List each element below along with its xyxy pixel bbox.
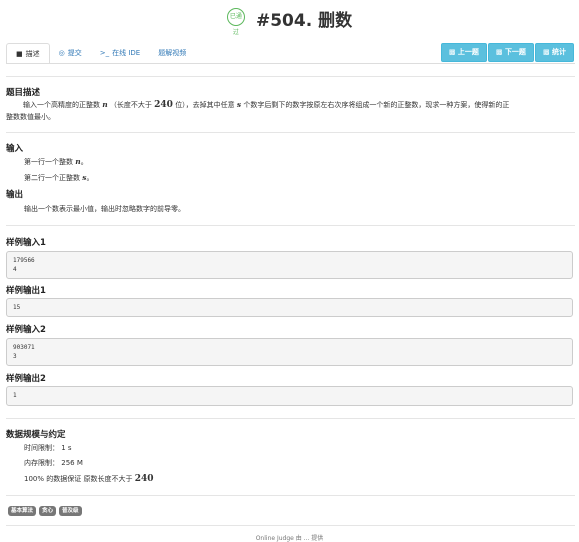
output-text: 输出一个数表示最小值，输出时忽略数字的前导零。 — [24, 205, 185, 213]
tab-online-ide-label: 在线 IDE — [112, 49, 141, 57]
sample-input-2-heading: 样例输入2 — [6, 325, 46, 335]
tag-level[interactable]: 普及级 — [59, 506, 82, 516]
title-row: 已通过 #504. 删数 — [0, 6, 579, 36]
memory-limit: 内存限制： 256 M — [24, 459, 83, 467]
next-problem-button[interactable]: ▩ 下一题 — [487, 43, 534, 62]
tab-solution-video-label: 题解视频 — [158, 49, 187, 57]
sample-output-2-box[interactable]: 1 — [6, 386, 573, 406]
divider — [6, 225, 575, 226]
page-title: #504. 删数 — [255, 11, 353, 31]
sample-output-1-heading: 样例输出1 — [6, 286, 46, 296]
divider — [6, 525, 575, 526]
book-icon: ■ — [16, 49, 23, 58]
divider — [6, 418, 575, 419]
problem-page: 已通过 #504. 删数 ■ 描述 ◎ 提交 >_ 在线 IDE 题解视频 ▩ … — [0, 0, 579, 542]
divider — [6, 132, 575, 133]
bar-chart-icon: ▩ — [448, 48, 456, 56]
sample-output-2-heading: 样例输出2 — [6, 374, 46, 384]
tab-description[interactable]: ■ 描述 — [6, 43, 50, 64]
submit-icon: ◎ — [58, 49, 65, 57]
tab-divider — [6, 63, 575, 64]
description-text: 输入一个高精度的正整数 n （长度不大于 240 位），去掉其中任意 s 个数字… — [6, 100, 510, 121]
tag-basic-algorithm[interactable]: 基本算法 — [8, 506, 37, 516]
bar-chart-icon: ▩ — [542, 48, 550, 56]
tab-submit-label: 提交 — [67, 49, 82, 57]
prev-problem-button[interactable]: ▩ 上一题 — [440, 43, 487, 62]
terminal-icon: >_ — [99, 49, 110, 57]
sample-output-1-box[interactable]: 15 — [6, 298, 573, 317]
tag-list: 基本算法 贪心 普及级 — [8, 506, 85, 516]
tab-online-ide[interactable]: >_ 在线 IDE — [91, 43, 149, 63]
input-heading: 输入 — [6, 144, 24, 154]
tag-greedy[interactable]: 贪心 — [39, 506, 57, 516]
constraints-heading: 数据规模与约定 — [6, 430, 66, 440]
statistics-button[interactable]: ▩ 统计 — [534, 43, 574, 62]
input-line-2: 第二行一个正整数 s。 — [24, 173, 94, 182]
description-heading: 题目描述 — [6, 88, 41, 98]
divider — [6, 76, 575, 77]
tab-description-label: 描述 — [25, 49, 40, 58]
bar-chart-icon: ▩ — [495, 48, 503, 56]
sample-input-1-box[interactable]: 179566 4 — [6, 251, 573, 279]
time-limit: 时间限制： 1 s — [24, 444, 72, 452]
tab-submit[interactable]: ◎ 提交 — [50, 43, 91, 63]
accepted-badge-icon: 已通过 — [226, 7, 245, 36]
sample-input-2-box[interactable]: 903071 3 — [6, 338, 573, 366]
nav-buttons: ▩ 上一题 ▩ 下一题 ▩ 统计 — [440, 43, 574, 62]
problem-tabs: ■ 描述 ◎ 提交 >_ 在线 IDE 题解视频 — [6, 43, 195, 64]
divider — [6, 495, 575, 496]
sample-input-1-heading: 样例输入1 — [6, 238, 46, 248]
tab-solution-video[interactable]: 题解视频 — [149, 43, 195, 63]
output-heading: 输出 — [6, 190, 24, 200]
input-line-1: 第一行一个整数 n。 — [24, 157, 88, 166]
data-constraint-note: 100% 的数据保证 原数长度不大于 240 — [24, 474, 154, 484]
